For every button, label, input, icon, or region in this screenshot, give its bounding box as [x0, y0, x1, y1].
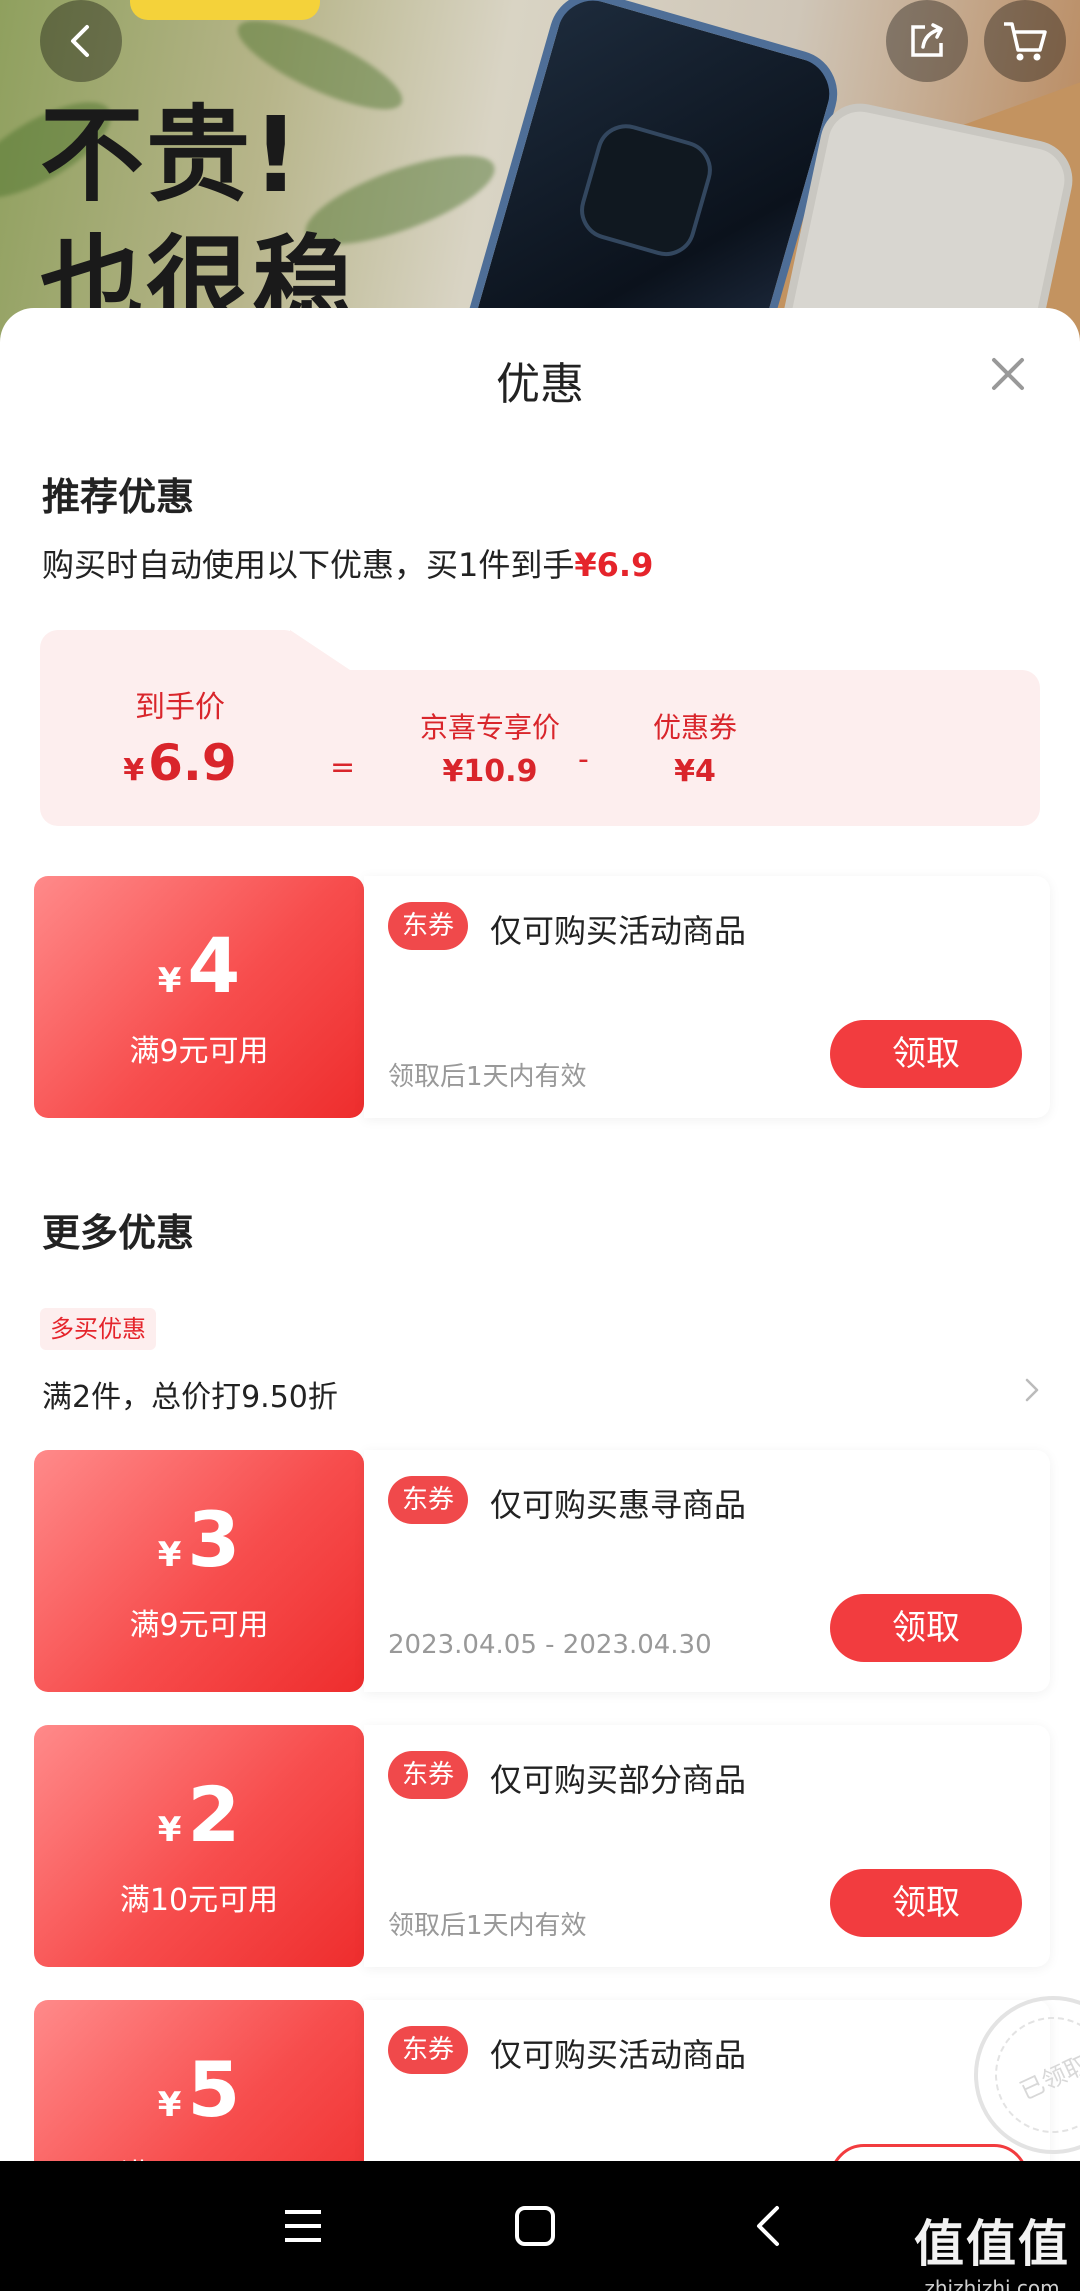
more-discounts-title: 更多优惠 [42, 1211, 195, 1255]
coupon-tag: 东券 [388, 1751, 469, 1799]
coupon-yen: ¥ [157, 1810, 182, 1850]
claim-button[interactable]: 领取 [830, 1594, 1022, 1662]
exclusive-price: 京喜专享价 ¥10.9 [390, 706, 590, 789]
coupon-info-panel: 东券 仅可购买活动商品 领取后1天内有效 领取 [364, 876, 1050, 1118]
recommended-title: 推荐优惠 [42, 475, 195, 519]
coupon-card: ¥4 满9元可用 东券 仅可购买活动商品 领取后1天内有效 领取 [34, 876, 1050, 1118]
banner-tag [130, 0, 320, 20]
exclusive-price-value: ¥10.9 [442, 754, 538, 789]
coupon-deduction-label: 优惠券 [652, 711, 737, 744]
chevron-left-icon [757, 2206, 779, 2246]
coupon-validity: 领取后1天内有效 [388, 1062, 587, 1092]
minus-sign: - [578, 742, 589, 777]
cart-button[interactable] [984, 0, 1066, 82]
coupon-condition: 满9元可用 [129, 1034, 269, 1069]
coupon-yen: ¥ [157, 2085, 182, 2125]
coupon-card: ¥3 满9元可用 东券 仅可购买惠寻商品 2023.04.05 - 2023.0… [34, 1450, 1050, 1692]
discount-sheet: 优惠 推荐优惠 购买时自动使用以下优惠，买1件到手¥6.9 到手价 ¥6.9 =… [0, 308, 1080, 2161]
final-price-yen: ¥ [123, 753, 145, 788]
banner-headline-1: 不贵! [40, 94, 302, 216]
coupon-amount: 5 [187, 2045, 241, 2134]
coupon-validity: 2023.04.05 - 2023.04.30 [388, 1630, 712, 1660]
coupon-deduction: 优惠券 ¥4 [625, 706, 765, 789]
screen: 不贵! 也很稳 优惠 推荐优惠 购买时自动使用以下优惠，买1件到手¥6.9 到手… [0, 0, 1080, 2291]
sheet-title: 优惠 [496, 359, 584, 410]
product-banner: 不贵! 也很稳 [0, 0, 1080, 360]
coupon-yen: ¥ [157, 1535, 182, 1575]
coupon-deduction-value: ¥4 [674, 754, 716, 789]
coupon-value-panel: ¥5 满15元可用 [34, 2000, 364, 2161]
watermark-logo-text: 值值值 [914, 2215, 1070, 2273]
coupon-amount: 4 [187, 921, 241, 1010]
exclusive-price-label: 京喜专享价 [419, 711, 560, 744]
coupon-tag: 东券 [388, 902, 469, 950]
equals-sign: = [330, 750, 356, 785]
close-icon[interactable] [990, 356, 1026, 392]
chevron-left-icon [71, 25, 89, 57]
coupon-value-panel: ¥2 满10元可用 [34, 1725, 364, 1967]
coupon-condition: 满9元可用 [129, 1608, 269, 1643]
site-watermark: 值值值 zhizhizhi.com [914, 2204, 1070, 2291]
square-icon [515, 2206, 555, 2246]
recommended-summary: 购买时自动使用以下优惠，买1件到手¥6.9 [42, 540, 653, 586]
coupon-info-panel: 东券 仅可购买活动商品 已领取 [364, 1970, 1080, 2161]
coupon-card: ¥2 满10元可用 东券 仅可购买部分商品 领取后1天内有效 领取 [34, 1725, 1050, 1967]
coupon-validity: 领取后1天内有效 [388, 1911, 587, 1941]
system-back-button[interactable] [734, 2191, 804, 2261]
coupon-condition: 满15元可用 [34, 2150, 364, 2161]
claimed-stamp: 已领取 [948, 1970, 1080, 2161]
coupon-condition: 满10元可用 [119, 1883, 279, 1918]
final-price-label: 到手价 [135, 690, 225, 725]
coupon-tag: 东券 [388, 1476, 469, 1524]
coupon-yen: ¥ [157, 961, 182, 1001]
multi-buy-badge: 多买优惠 [40, 1308, 156, 1350]
coupon-description: 仅可购买活动商品 [490, 912, 747, 950]
price-breakdown: 到手价 ¥6.9 = 京喜专享价 ¥10.9 - 优惠券 ¥4 [40, 630, 1040, 826]
cart-icon [1004, 22, 1047, 61]
menu-icon [285, 2210, 321, 2242]
share-icon [911, 23, 943, 57]
watermark-url: zhizhizhi.com [924, 2276, 1060, 2291]
coupon-description: 仅可购买惠寻商品 [490, 1486, 747, 1524]
back-button[interactable] [40, 0, 122, 82]
coupon-tag: 东券 [388, 2026, 469, 2074]
claim-button[interactable]: 领取 [830, 1869, 1022, 1937]
coupon-card: ¥5 满15元可用 东券 仅可购买活动商品 已领取 [34, 1970, 1080, 2161]
final-price-value: 6.9 [148, 734, 237, 792]
coupon-value-panel: ¥3 满9元可用 [34, 1450, 364, 1692]
coupon-description: 仅可购买部分商品 [490, 1761, 747, 1799]
chevron-right-icon[interactable] [1020, 1378, 1044, 1402]
claim-button[interactable]: 领取 [830, 1020, 1022, 1088]
coupon-info-panel: 东券 仅可购买惠寻商品 2023.04.05 - 2023.04.30 领取 [364, 1450, 1050, 1692]
final-price: 到手价 ¥6.9 [90, 682, 270, 792]
coupon-info-panel: 东券 仅可购买部分商品 领取后1天内有效 领取 [364, 1725, 1050, 1967]
recents-button[interactable] [268, 2191, 338, 2261]
coupon-value-panel: ¥4 满9元可用 [34, 876, 364, 1118]
home-button[interactable] [500, 2191, 570, 2261]
coupon-amount: 3 [187, 1495, 241, 1584]
claimed-button[interactable] [830, 2144, 1028, 2161]
coupon-amount: 2 [187, 1770, 241, 1859]
coupon-description: 仅可购买活动商品 [490, 2036, 747, 2074]
share-button[interactable] [886, 0, 968, 82]
multi-buy-text[interactable]: 满2件，总价打9.50折 [42, 1372, 338, 1416]
claimed-stamp-text: 已领取 [975, 1997, 1080, 2153]
summary-text: 购买时自动使用以下优惠，买1件到手 [42, 546, 575, 584]
summary-price: ¥6.9 [574, 546, 654, 584]
